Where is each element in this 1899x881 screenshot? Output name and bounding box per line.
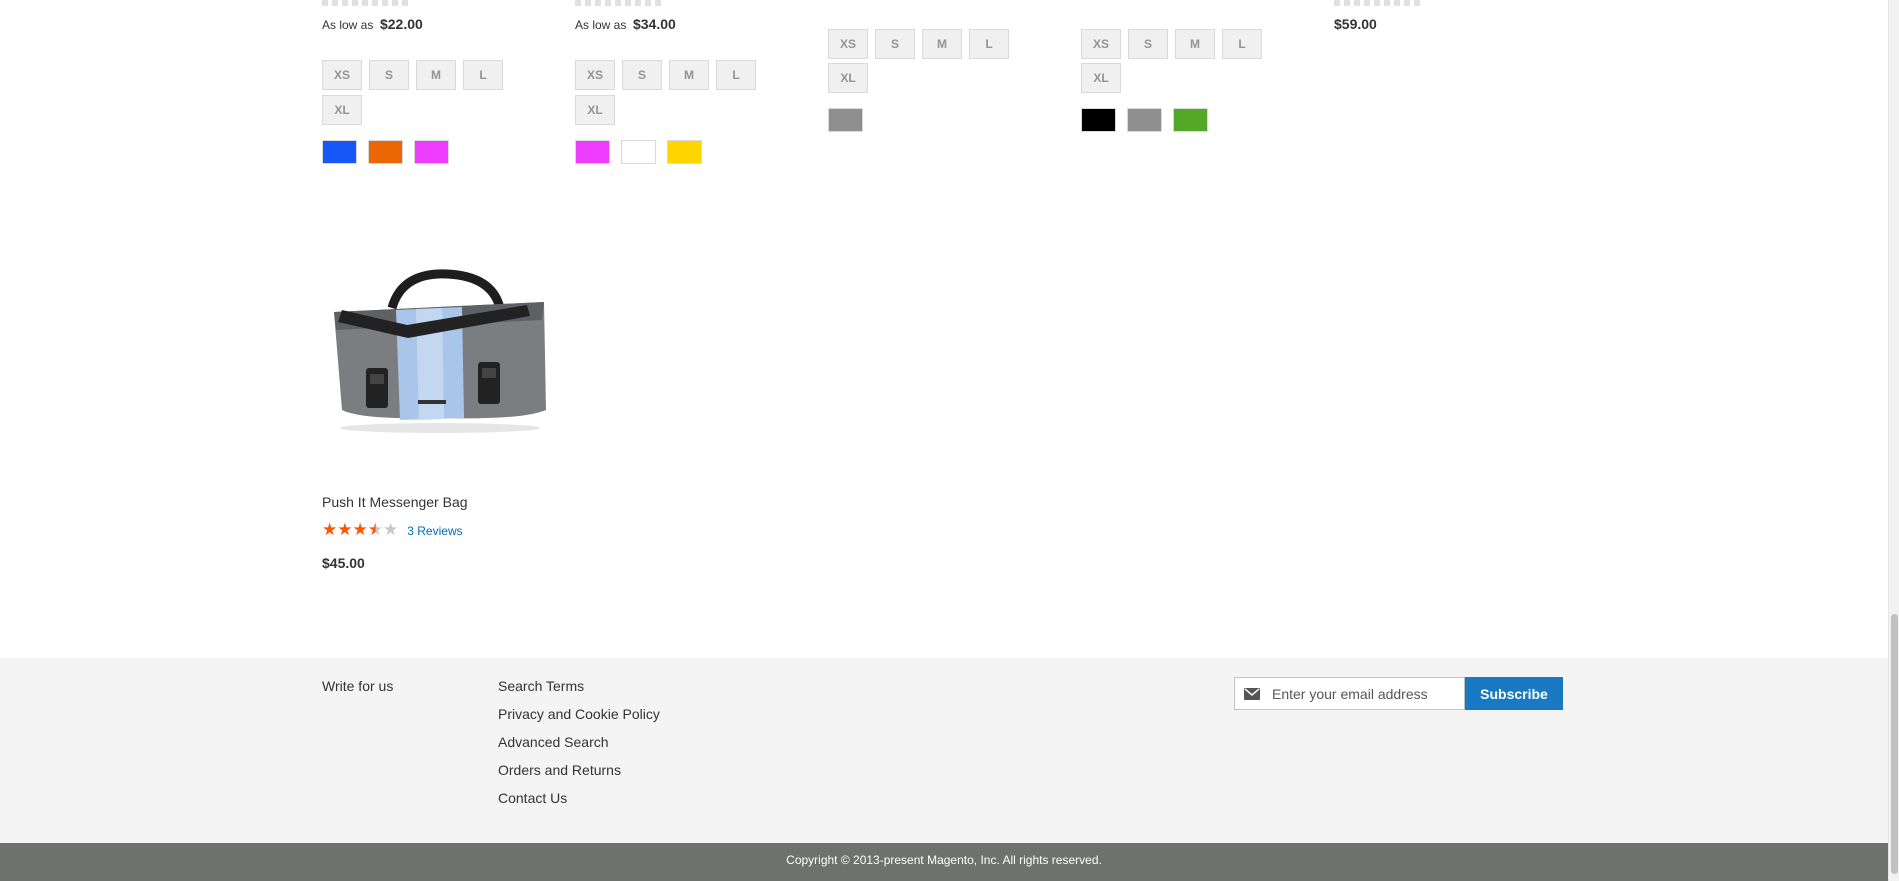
- stars-partial: [1334, 0, 1424, 6]
- size-option[interactable]: XL: [1081, 63, 1121, 93]
- footer-link-orders-returns[interactable]: Orders and Returns: [498, 762, 621, 778]
- size-option[interactable]: M: [1175, 29, 1215, 59]
- product-price: As low as $34.00: [575, 16, 676, 32]
- subscribe-button[interactable]: Subscribe: [1465, 677, 1563, 710]
- size-option[interactable]: XS: [1081, 29, 1121, 59]
- color-swatch[interactable]: [322, 140, 357, 164]
- color-swatch[interactable]: [575, 140, 610, 164]
- size-option[interactable]: M: [922, 29, 962, 59]
- footer-link-write-for-us[interactable]: Write for us: [322, 678, 393, 694]
- size-option[interactable]: L: [716, 60, 756, 90]
- color-swatch[interactable]: [667, 140, 702, 164]
- color-swatch[interactable]: [828, 108, 863, 132]
- footer-link-contact-us[interactable]: Contact Us: [498, 790, 567, 806]
- product-price: $45.00: [322, 555, 365, 571]
- size-options: XL: [1081, 63, 1121, 93]
- stars-partial: [322, 0, 412, 6]
- color-swatch[interactable]: [1127, 108, 1162, 132]
- product-name-link[interactable]: Push It Messenger Bag: [322, 494, 468, 510]
- size-option[interactable]: S: [622, 60, 662, 90]
- product-image[interactable]: [322, 250, 552, 480]
- color-swatch[interactable]: [1081, 108, 1116, 132]
- copyright-bar: Copyright © 2013-present Magento, Inc. A…: [0, 843, 1888, 881]
- size-option[interactable]: S: [1128, 29, 1168, 59]
- price-amount: $22.00: [379, 16, 423, 32]
- price-amount: $59.00: [1334, 16, 1377, 32]
- stars-partial: [575, 0, 665, 6]
- star-icon: ★: [383, 520, 399, 539]
- scrollbar-thumb[interactable]: [1891, 614, 1898, 874]
- size-option[interactable]: XS: [575, 60, 615, 90]
- size-option[interactable]: S: [369, 60, 409, 90]
- newsletter-form: Subscribe: [1234, 677, 1563, 710]
- star-icon: ★: [322, 520, 338, 539]
- copyright-text: Copyright © 2013-present Magento, Inc. A…: [786, 853, 1102, 867]
- size-option[interactable]: M: [416, 60, 456, 90]
- star-icon: ★: [337, 520, 353, 539]
- color-swatches: [575, 140, 702, 164]
- rating-stars: ★★★★★: [322, 521, 398, 540]
- color-swatch[interactable]: [1173, 108, 1208, 132]
- size-option[interactable]: XL: [322, 95, 362, 125]
- product-grid: As low as $22.00 XS S M L XL As low as $…: [0, 0, 1888, 658]
- color-swatches: [1081, 108, 1208, 132]
- size-option[interactable]: L: [969, 29, 1009, 59]
- size-options: XL: [828, 63, 868, 93]
- size-option[interactable]: M: [669, 60, 709, 90]
- envelope-icon: [1244, 687, 1260, 700]
- size-option[interactable]: L: [463, 60, 503, 90]
- footer-link-search-terms[interactable]: Search Terms: [498, 678, 584, 694]
- size-option[interactable]: XL: [828, 63, 868, 93]
- size-options: XL: [575, 95, 615, 125]
- size-option[interactable]: XS: [322, 60, 362, 90]
- size-option[interactable]: XS: [828, 29, 868, 59]
- color-swatch[interactable]: [368, 140, 403, 164]
- email-field-wrapper[interactable]: [1234, 677, 1465, 710]
- footer-link-advanced-search[interactable]: Advanced Search: [498, 734, 609, 750]
- color-swatches: [322, 140, 449, 164]
- product-price: As low as $22.00: [322, 16, 423, 32]
- price-label: As low as: [322, 18, 374, 32]
- product-rating: ★★★★★ 3 Reviews: [322, 521, 463, 540]
- page-scrollbar[interactable]: [1888, 0, 1899, 881]
- size-option[interactable]: L: [1222, 29, 1262, 59]
- size-options: XS S M L: [828, 29, 1009, 59]
- color-swatch[interactable]: [621, 140, 656, 164]
- price-label: As low as: [575, 18, 627, 32]
- page-footer: Write for us Search Terms Privacy and Co…: [0, 658, 1888, 843]
- size-option[interactable]: XL: [575, 95, 615, 125]
- color-swatches: [828, 108, 863, 132]
- product-price: $59.00: [1334, 16, 1377, 32]
- star-icon: ★: [367, 520, 383, 539]
- size-options: XS S M L: [575, 60, 756, 90]
- reviews-link[interactable]: 3 Reviews: [407, 524, 462, 538]
- footer-link-privacy[interactable]: Privacy and Cookie Policy: [498, 706, 660, 722]
- size-options: XS S M L: [322, 60, 503, 90]
- size-option[interactable]: S: [875, 29, 915, 59]
- size-options: XS S M L: [1081, 29, 1262, 59]
- newsletter-email-input[interactable]: [1272, 685, 1452, 702]
- star-icon: ★: [352, 520, 368, 539]
- color-swatch[interactable]: [414, 140, 449, 164]
- size-options: XL: [322, 95, 362, 125]
- price-amount: $34.00: [632, 16, 676, 32]
